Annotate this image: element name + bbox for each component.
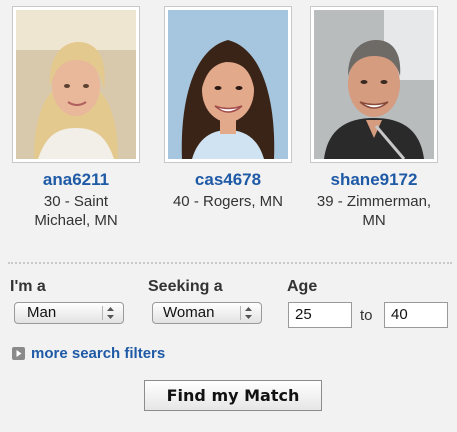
age-to-label: to bbox=[360, 307, 373, 324]
gender-select[interactable]: Man bbox=[14, 302, 124, 324]
more-search-filters-link[interactable]: more search filters bbox=[12, 345, 165, 363]
profile-details: 30 - Saint Michael, MN bbox=[34, 193, 118, 229]
seeking-select-value: Woman bbox=[163, 304, 215, 321]
profile-card: cas4678 40 - Rogers, MN bbox=[160, 0, 296, 211]
profile-username[interactable]: ana6211 bbox=[8, 171, 144, 189]
more-search-filters-label: more search filters bbox=[31, 345, 166, 362]
profile-username[interactable]: cas4678 bbox=[160, 171, 296, 189]
seeking-select[interactable]: Woman bbox=[152, 302, 262, 324]
profile-photo-image bbox=[168, 10, 288, 159]
age-label: Age bbox=[287, 278, 318, 295]
profile-photo-frame[interactable] bbox=[310, 6, 438, 163]
updown-arrows-icon bbox=[102, 306, 118, 320]
profile-photo-frame[interactable] bbox=[12, 6, 140, 163]
profile-photo[interactable] bbox=[16, 10, 136, 159]
profile-username[interactable]: shane9172 bbox=[306, 171, 442, 189]
gender-label: I'm a bbox=[10, 278, 46, 295]
gender-select-value: Man bbox=[27, 304, 57, 321]
plus-icon bbox=[12, 347, 25, 360]
profile-details: 40 - Rogers, MN bbox=[172, 193, 284, 210]
profile-photo-image bbox=[16, 10, 136, 159]
profile-photo-image bbox=[314, 10, 434, 159]
profile-results: ana6211 30 - Saint Michael, MN cas4678 4 bbox=[0, 0, 457, 260]
profile-details: 39 - Zimmerman, MN bbox=[316, 193, 432, 229]
age-max-input[interactable]: 40 bbox=[384, 302, 448, 328]
profile-photo[interactable] bbox=[168, 10, 288, 159]
age-min-input[interactable]: 25 bbox=[288, 302, 352, 328]
profile-photo[interactable] bbox=[314, 10, 434, 159]
profile-card: ana6211 30 - Saint Michael, MN bbox=[8, 0, 144, 230]
updown-arrows-icon bbox=[240, 306, 256, 320]
profile-photo-frame[interactable] bbox=[164, 6, 292, 163]
section-divider bbox=[8, 262, 452, 264]
find-my-match-button[interactable]: Find my Match bbox=[144, 380, 322, 411]
profile-card: shane9172 39 - Zimmerman, MN bbox=[306, 0, 442, 230]
seeking-label: Seeking a bbox=[148, 278, 223, 295]
